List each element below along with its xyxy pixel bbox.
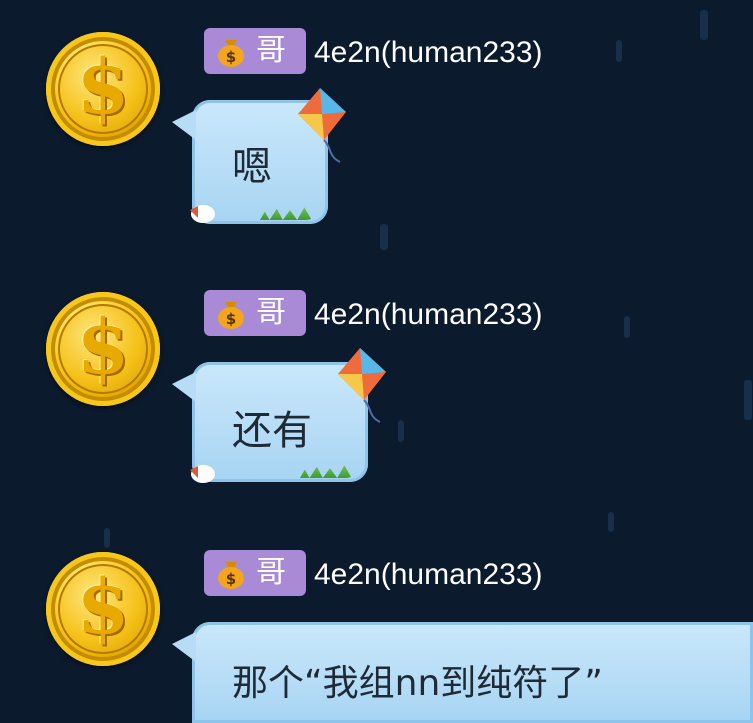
member-badge[interactable]: $ 哥 [204,28,306,74]
badge-label: 哥 [256,295,286,330]
badge-label: 哥 [256,555,286,590]
bubble-tail [172,372,196,402]
svg-text:$: $ [226,48,236,66]
bird-icon [190,205,215,223]
dollar-sign-icon: $ [76,302,130,391]
member-badge[interactable]: $ 哥 [204,290,306,336]
svg-text:$: $ [226,310,236,328]
chat-message: $ $ 哥 4e2n(human233) 还有 [0,260,753,520]
money-bag-icon: $ [218,40,244,67]
avatar[interactable]: $ [46,32,160,146]
grass-decoration [300,465,360,478]
dollar-sign-icon: $ [76,562,130,651]
message-text: 那个“我组nn到纯符了” [232,663,603,704]
svg-text:$: $ [226,570,236,588]
message-bubble[interactable]: 那个“我组nn到纯符了” [172,622,753,723]
username[interactable]: 4e2n(human233) [314,30,543,76]
bubble-tail [172,632,196,662]
username[interactable]: 4e2n(human233) [314,292,543,338]
username[interactable]: 4e2n(human233) [314,552,543,598]
badge-label: 哥 [256,33,286,68]
message-text: 还有 [232,408,312,454]
avatar[interactable]: $ [46,552,160,666]
bird-icon [190,465,215,483]
bubble-tail [172,110,196,140]
kite-icon [298,88,346,163]
money-bag-icon: $ [218,562,244,589]
grass-decoration [260,207,320,220]
dollar-sign-icon: $ [76,42,130,131]
avatar[interactable]: $ [46,292,160,406]
chat-message: $ $ 哥 4e2n(human233) 嗯 [0,0,753,250]
member-badge[interactable]: $ 哥 [204,550,306,596]
chat-message: $ $ 哥 4e2n(human233) 那个“我组nn到纯符了” [0,520,753,723]
money-bag-icon: $ [218,302,244,329]
kite-icon [338,348,386,423]
message-text: 嗯 [232,144,272,190]
